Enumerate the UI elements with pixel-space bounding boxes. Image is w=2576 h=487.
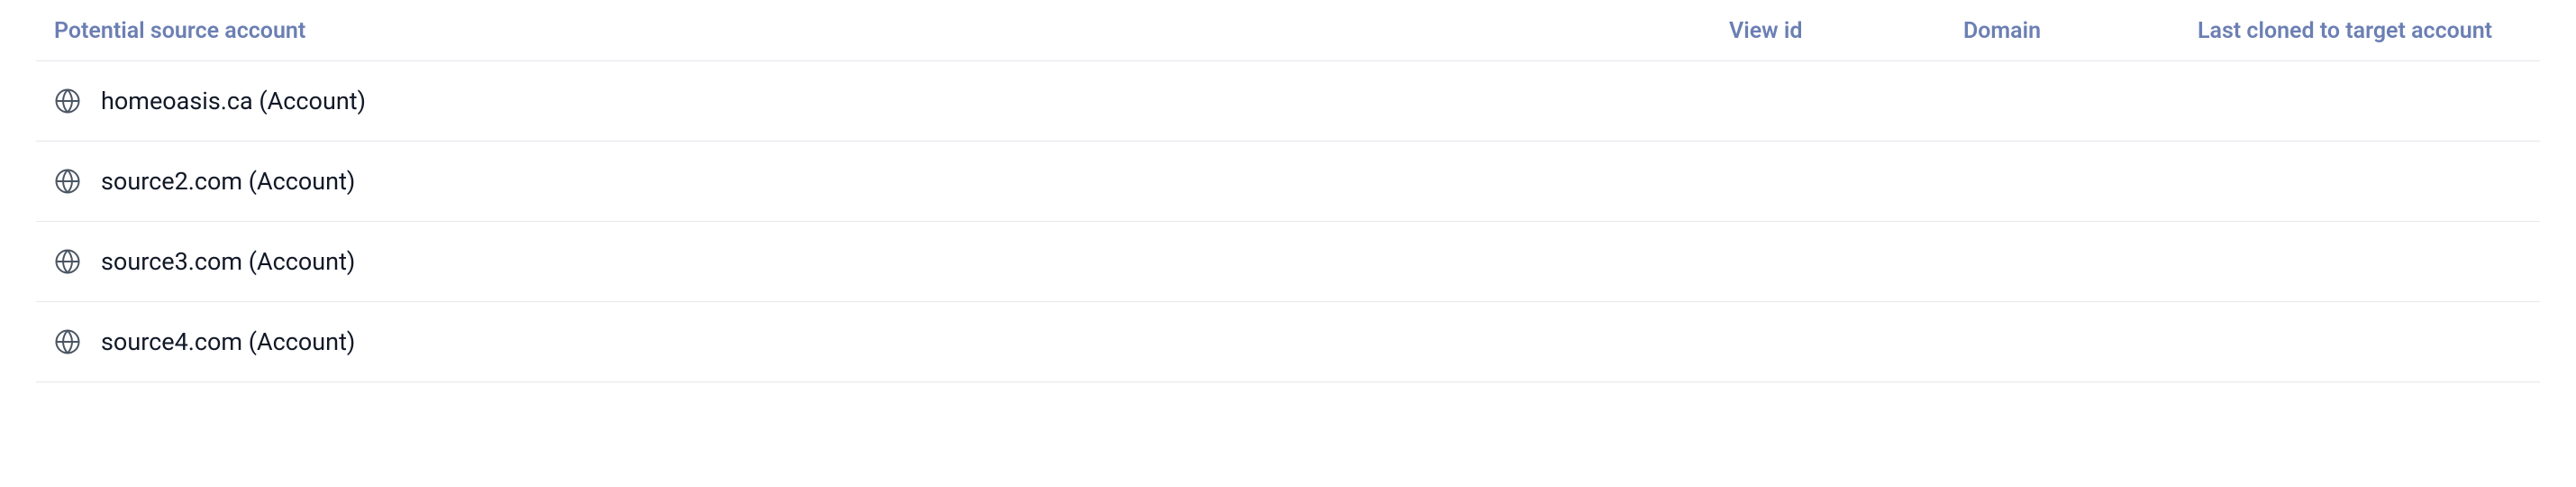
column-header-domain[interactable]: Domain	[1963, 18, 2198, 44]
column-header-last-cloned[interactable]: Last cloned to target account	[2198, 18, 2522, 44]
globe-icon	[54, 87, 81, 115]
table-row[interactable]: source2.com (Account)	[36, 142, 2540, 222]
account-label: source4.com (Account)	[101, 327, 355, 356]
accounts-table: Potential source account View id Domain …	[0, 0, 2576, 382]
globe-icon	[54, 168, 81, 195]
cell-source: source2.com (Account)	[54, 167, 1729, 196]
globe-icon	[54, 248, 81, 275]
cell-source: source3.com (Account)	[54, 247, 1729, 276]
column-header-source[interactable]: Potential source account	[54, 18, 1729, 44]
cell-source: homeoasis.ca (Account)	[54, 87, 1729, 115]
table-row[interactable]: source3.com (Account)	[36, 222, 2540, 302]
table-row[interactable]: source4.com (Account)	[36, 302, 2540, 382]
table-header-row: Potential source account View id Domain …	[36, 0, 2540, 61]
account-label: source2.com (Account)	[101, 167, 355, 196]
column-header-view-id[interactable]: View id	[1729, 18, 1963, 44]
cell-source: source4.com (Account)	[54, 327, 1729, 356]
account-label: source3.com (Account)	[101, 247, 355, 276]
table-row[interactable]: homeoasis.ca (Account)	[36, 61, 2540, 142]
globe-icon	[54, 328, 81, 355]
account-label: homeoasis.ca (Account)	[101, 87, 366, 115]
